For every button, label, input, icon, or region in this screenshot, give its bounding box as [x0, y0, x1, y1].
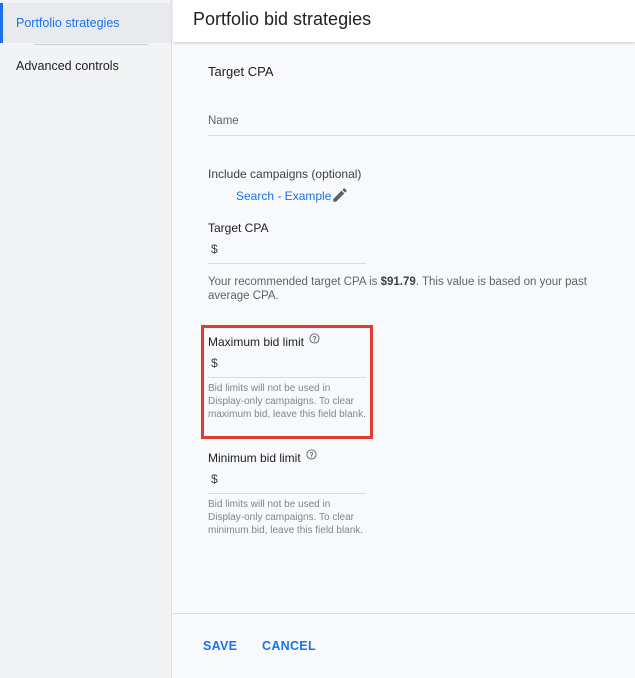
min-bid-underline	[208, 493, 366, 494]
section-title: Target CPA	[208, 64, 274, 79]
target-cpa-label: Target CPA	[208, 221, 269, 235]
max-bid-input[interactable]: $	[211, 356, 366, 374]
help-circle-icon[interactable]	[309, 333, 320, 344]
max-bid-underline	[208, 377, 366, 378]
name-input-underline	[208, 135, 635, 136]
sidebar-item-advanced-controls[interactable]: Advanced controls	[0, 46, 172, 86]
min-bid-help-text: Bid limits will not be used in Display-o…	[208, 499, 364, 536]
min-bid-input[interactable]: $	[211, 472, 366, 490]
sidebar-divider	[34, 44, 148, 45]
main-panel: Portfolio bid strategies Target CPA Name…	[173, 0, 635, 678]
target-cpa-underline	[208, 263, 366, 264]
pencil-icon[interactable]	[331, 186, 349, 204]
max-bid-help-text: Bid limits will not be used in Display-o…	[208, 383, 366, 420]
campaign-link[interactable]: Search - Example	[236, 189, 331, 203]
save-button[interactable]: SAVE	[203, 639, 237, 653]
target-cpa-input[interactable]: $	[211, 242, 366, 260]
page-title: Portfolio bid strategies	[193, 9, 372, 29]
recommended-amount: $91.79	[380, 276, 416, 288]
cancel-button[interactable]: CANCEL	[262, 639, 316, 653]
footer-divider	[173, 613, 635, 614]
recommendation-prefix: Your recommended target CPA is	[208, 276, 381, 288]
help-circle-icon[interactable]	[306, 449, 317, 460]
recommendation-text: Your recommended target CPA is $91.79. T…	[208, 275, 588, 303]
include-campaigns-label: Include campaigns (optional)	[208, 167, 362, 181]
sidebar: Portfolio strategies Advanced controls	[0, 0, 172, 678]
min-bid-label: Minimum bid limit	[208, 451, 301, 465]
sidebar-item-portfolio-strategies[interactable]: Portfolio strategies	[0, 3, 172, 43]
name-input[interactable]: Name	[208, 115, 635, 133]
page-header: Portfolio bid strategies	[173, 0, 635, 42]
max-bid-label: Maximum bid limit	[208, 335, 305, 349]
